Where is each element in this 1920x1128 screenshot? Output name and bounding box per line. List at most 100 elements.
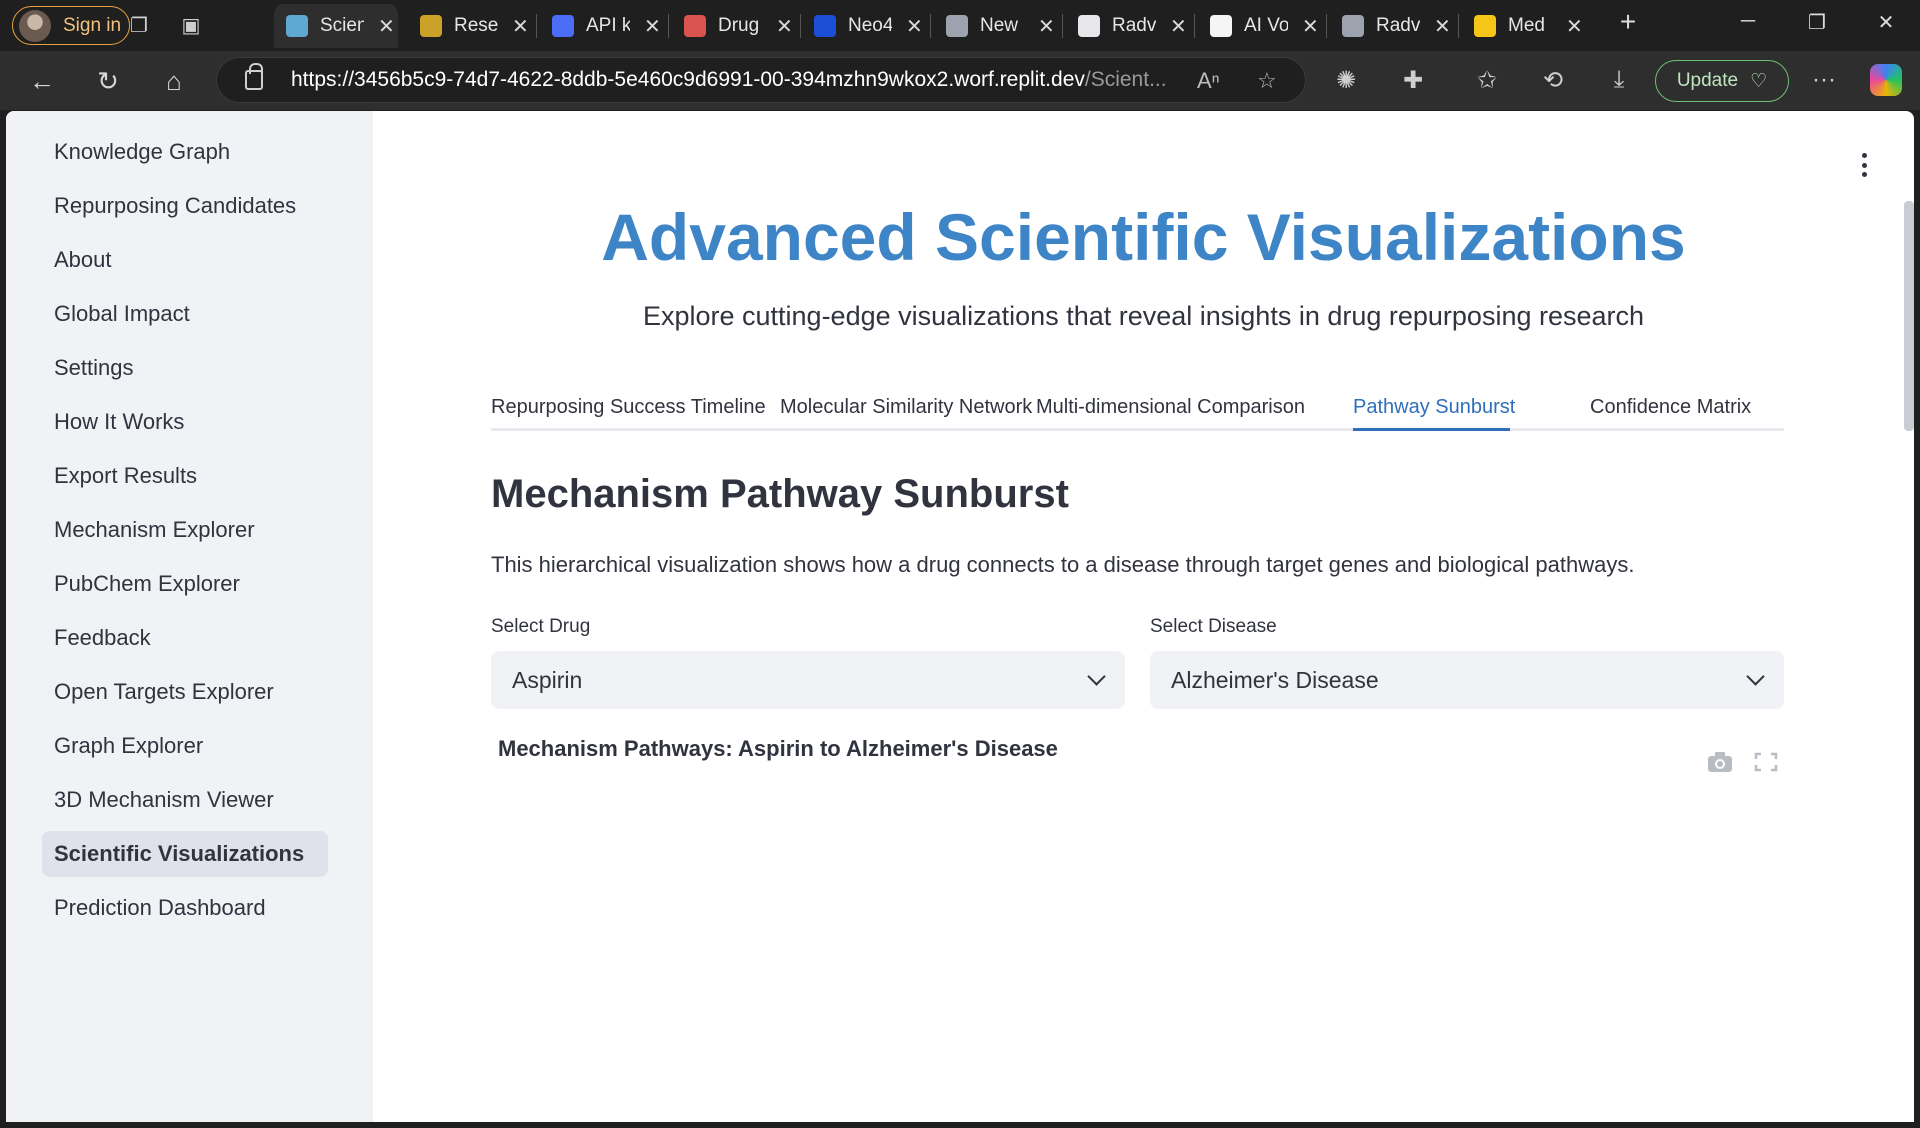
browser-tab[interactable]: Radv ✕ <box>1330 4 1454 48</box>
close-tab-icon[interactable]: ✕ <box>1302 14 1319 39</box>
tab-favicon-icon <box>286 15 308 37</box>
close-tab-icon[interactable]: ✕ <box>378 14 395 39</box>
update-label: Update <box>1676 70 1739 91</box>
chevron-down-icon <box>1746 667 1765 686</box>
sidebar-item-export-results[interactable]: Export Results <box>42 453 328 499</box>
browser-tab[interactable]: Scien ✕ <box>274 4 398 48</box>
profile-avatar <box>19 9 51 42</box>
url-text[interactable]: https://3456b5c9-74d7-4622-8ddb-5e460c9d… <box>291 68 1171 92</box>
web-page: Knowledge Graph Repurposing Candidates Abo… <box>6 111 1914 1122</box>
sidebar-item-settings[interactable]: Settings <box>42 345 328 391</box>
favorite-star-icon[interactable]: ☆ <box>1257 68 1277 94</box>
tab-title: Radv <box>1376 15 1420 36</box>
browser-tab[interactable]: Radv ✕ <box>1066 4 1190 48</box>
sidebar-item-pubchem-explorer[interactable]: PubChem Explorer <box>42 561 328 607</box>
browser-tab[interactable]: API k ✕ <box>540 4 664 48</box>
app-menu-icon[interactable] <box>1860 153 1868 177</box>
tab-repurposing-success-timeline[interactable]: Repurposing Success Timeline <box>491 383 766 431</box>
tab-multi-dimensional-comparison[interactable]: Multi-dimensional Comparison <box>1036 383 1305 431</box>
tab-title: API k <box>586 15 630 36</box>
close-tab-icon[interactable]: ✕ <box>1170 14 1187 39</box>
sidebar-item-global-impact[interactable]: Global Impact <box>42 291 328 337</box>
close-tab-icon[interactable]: ✕ <box>906 14 923 39</box>
disease-select[interactable]: Alzheimer's Disease <box>1150 651 1784 709</box>
sidebar-item-label: Knowledge Graph <box>54 139 231 164</box>
page-title: Advanced Scientific Visualizations <box>601 200 1686 274</box>
tab-favicon-icon <box>684 15 706 37</box>
sidebar-item-how-it-works[interactable]: How It Works <box>42 399 328 445</box>
sidebar-item-open-targets-explorer[interactable]: Open Targets Explorer <box>42 669 328 715</box>
drug-select[interactable]: Aspirin <box>491 651 1125 709</box>
camera-icon[interactable] <box>1707 751 1733 773</box>
tab-title: Radv <box>1112 15 1156 36</box>
sidebar-item-scientific-visualizations[interactable]: Scientific Visualizations <box>42 831 328 877</box>
sidebar-item-feedback[interactable]: Feedback <box>42 615 328 661</box>
close-tab-icon[interactable]: ✕ <box>776 14 793 39</box>
minimize-icon[interactable]: ─ <box>1733 10 1763 33</box>
tab-favicon-icon <box>1474 15 1496 37</box>
back-icon[interactable]: ← <box>26 65 58 97</box>
copilot-icon[interactable] <box>1870 64 1902 96</box>
tab-actions-icon[interactable]: ▣ <box>178 12 204 38</box>
address-bar[interactable]: https://3456b5c9-74d7-4622-8ddb-5e460c9d… <box>216 57 1306 103</box>
downloads-icon[interactable]: ⤓ <box>1604 66 1634 94</box>
tab-pathway-sunburst[interactable]: Pathway Sunburst <box>1353 383 1515 431</box>
sidebar-item-prediction-dashboard[interactable]: Prediction Dashboard <box>42 885 328 931</box>
update-button[interactable]: Update ♡ <box>1655 60 1789 102</box>
page-subtitle: Explore cutting-edge visualizations that… <box>642 301 1645 331</box>
tab-title: AI Vo <box>1244 15 1288 36</box>
sidebar-item-3d-mechanism-viewer[interactable]: 3D Mechanism Viewer <box>42 777 328 823</box>
heart-pulse-icon: ♡ <box>1750 70 1768 92</box>
restore-icon[interactable]: ❐ <box>1802 10 1832 35</box>
sidebar-item-graph-explorer[interactable]: Graph Explorer <box>42 723 328 769</box>
browser-tab[interactable]: Resea ✕ <box>408 4 532 48</box>
tab-title: Med <box>1508 15 1545 36</box>
close-tab-icon[interactable]: ✕ <box>1434 14 1451 39</box>
browser-tab[interactable]: Med ✕ <box>1462 4 1586 48</box>
more-menu-icon[interactable]: ··· <box>1809 66 1839 94</box>
extensions-icon[interactable]: ✚ <box>1398 66 1428 95</box>
sidebar-item-label: Scientific Visualizations <box>54 841 305 866</box>
chatgpt-extension-icon[interactable]: ✺ <box>1331 66 1361 95</box>
tab-title: New <box>980 15 1019 36</box>
close-tab-icon[interactable]: ✕ <box>1038 14 1055 39</box>
sidebar-item-label: Repurposing Candidates <box>54 193 297 218</box>
fullscreen-icon[interactable] <box>1753 751 1779 773</box>
tab-title: Scien <box>320 15 364 36</box>
lock-icon[interactable] <box>245 63 263 90</box>
tab-favicon-icon <box>946 15 968 37</box>
section-description: This hierarchical visualization shows ho… <box>491 552 1635 577</box>
sidebar-item-repurposing-candidates[interactable]: Repurposing Candidates <box>42 183 328 229</box>
drug-select-value: Aspirin <box>512 666 583 693</box>
workspaces-icon[interactable]: ❐ <box>126 12 152 38</box>
tab-favicon-icon <box>1078 15 1100 37</box>
browser-tab[interactable]: AI Vo ✕ <box>1198 4 1322 48</box>
close-window-icon[interactable]: ✕ <box>1871 10 1901 35</box>
sidebar-item-knowledge-graph[interactable]: Knowledge Graph <box>42 129 328 175</box>
sidebar-item-label: Graph Explorer <box>54 733 204 758</box>
tab-separator <box>930 14 931 38</box>
sidebar: Knowledge Graph Repurposing Candidates Abo… <box>6 111 373 1122</box>
home-icon[interactable]: ⌂ <box>158 65 190 97</box>
read-aloud-icon[interactable]: A͏ⁿ <box>1197 68 1220 94</box>
tab-confidence-matrix[interactable]: Confidence Matrix <box>1590 383 1751 431</box>
sidebar-item-mechanism-explorer[interactable]: Mechanism Explorer <box>42 507 328 553</box>
refresh-icon[interactable]: ↻ <box>92 65 124 97</box>
close-tab-icon[interactable]: ✕ <box>644 14 661 39</box>
browser-tab[interactable]: Neo4 ✕ <box>802 4 926 48</box>
browser-tab[interactable]: New ✕ <box>934 4 1058 48</box>
sidebar-item-label: Prediction Dashboard <box>54 895 266 920</box>
sidebar-item-about[interactable]: About <box>42 237 328 283</box>
close-tab-icon[interactable]: ✕ <box>512 14 529 39</box>
favorites-icon[interactable]: ✩ <box>1472 66 1502 95</box>
sidebar-item-label: How It Works <box>54 409 185 434</box>
history-icon[interactable]: ⟲ <box>1538 66 1568 95</box>
sign-in-button[interactable]: Sign in <box>12 6 130 45</box>
browser-tab[interactable]: Drug ✕ <box>672 4 796 48</box>
sidebar-item-label: Settings <box>54 355 134 380</box>
close-tab-icon[interactable]: ✕ <box>1566 14 1583 39</box>
tab-favicon-icon <box>1342 15 1364 37</box>
tab-title: Neo4 <box>848 15 892 36</box>
tab-molecular-similarity-network[interactable]: Molecular Similarity Network <box>780 383 1032 431</box>
new-tab-icon[interactable]: + <box>1613 6 1643 38</box>
